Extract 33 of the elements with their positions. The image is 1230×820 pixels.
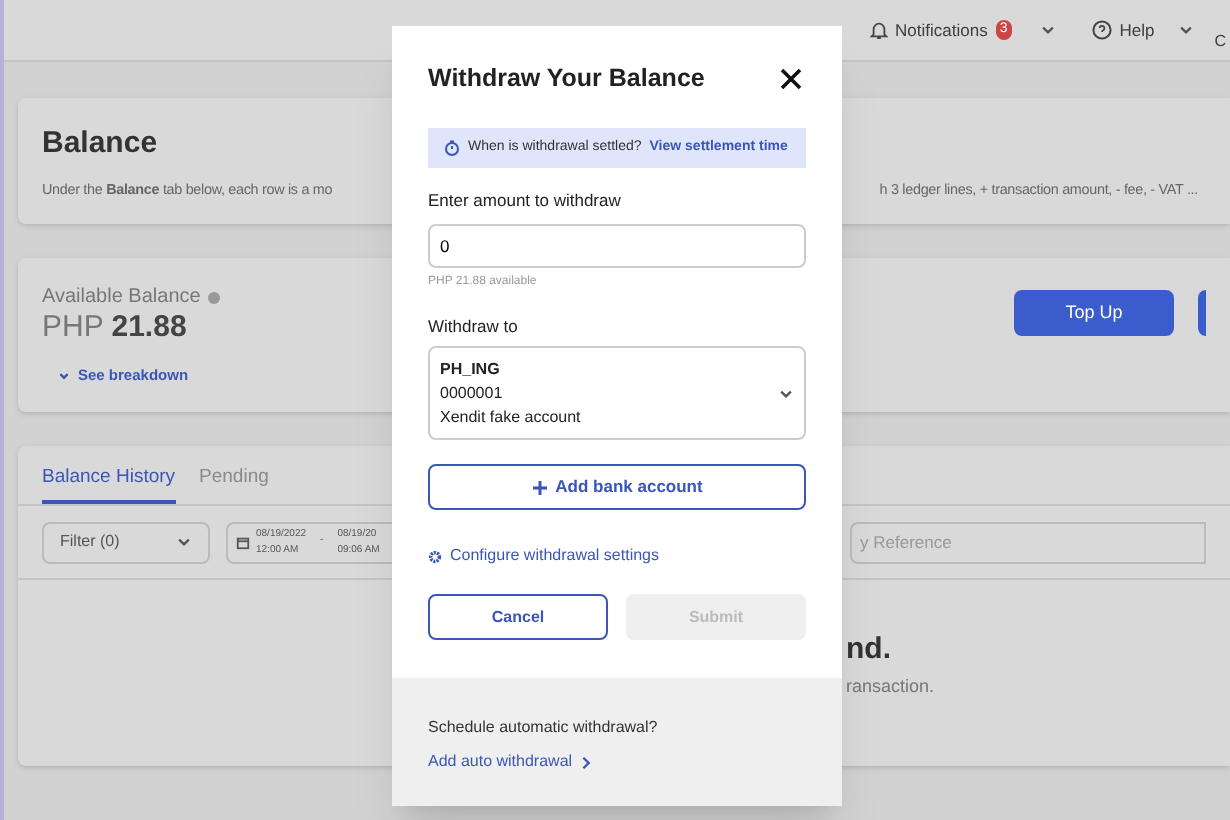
top-up-button[interactable]: Top Up [1014, 290, 1174, 336]
chevron-down-icon [1178, 22, 1195, 38]
user-initial[interactable]: C [1214, 30, 1226, 54]
cancel-button[interactable]: Cancel [428, 594, 608, 641]
auto-withdrawal-link[interactable]: Add auto withdrawal [428, 750, 806, 774]
bank-account-select[interactable]: PH_ING 0000001 Xendit fake account [428, 346, 806, 441]
bell-icon [869, 20, 888, 40]
chevron-down-icon [778, 385, 794, 402]
plus-icon [531, 479, 548, 496]
chevron-down-icon [1039, 22, 1056, 38]
amount-field[interactable]: 0 [428, 223, 806, 267]
stopwatch-icon [444, 139, 460, 156]
calendar-icon [236, 535, 250, 549]
chevron-down-icon [58, 369, 70, 382]
page-title: Balance [42, 124, 158, 164]
empty-text: ransaction. [846, 673, 935, 699]
dialog-title: Withdraw Your Balance [428, 62, 705, 96]
filter-dropdown[interactable]: Filter (0) [42, 521, 210, 563]
withdraw-to-label: Withdraw to [428, 313, 520, 339]
chevron-down-icon [176, 534, 192, 550]
balance-label: Available Balance [42, 284, 201, 312]
search-field[interactable]: y Reference [850, 521, 1206, 563]
help-icon [1091, 20, 1112, 40]
tab[interactable]: Balance History [42, 464, 176, 504]
amount-label: Enter amount to withdraw [428, 187, 623, 213]
footer-question: Schedule automatic withdrawal? [428, 716, 660, 740]
empty-title: nd. [846, 630, 891, 670]
close-icon[interactable] [780, 67, 802, 90]
chevron-right-icon [580, 755, 593, 769]
button[interactable] [1198, 290, 1206, 336]
balance-amount: PHP 21.88 [42, 312, 189, 344]
help-menu[interactable]: Help [1091, 17, 1195, 43]
add-bank-account-button[interactable]: Add bank account [428, 464, 806, 511]
